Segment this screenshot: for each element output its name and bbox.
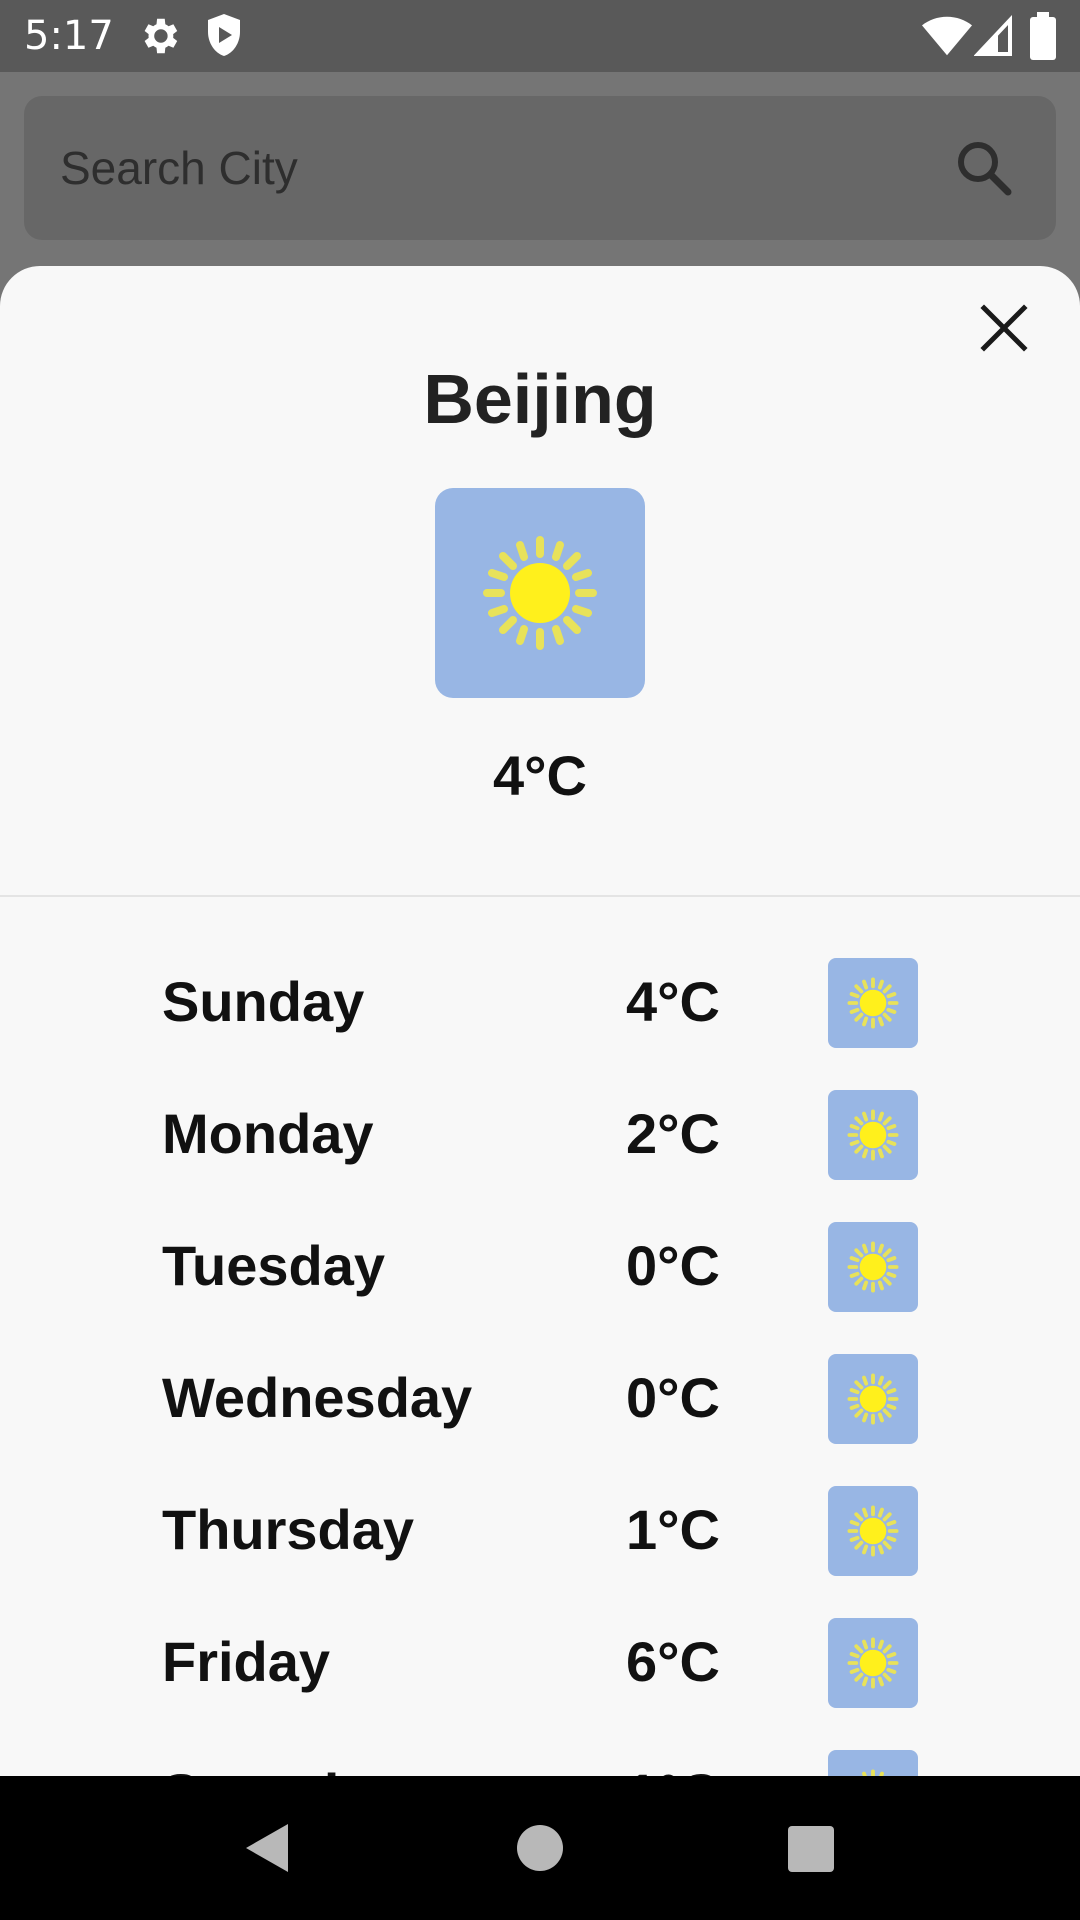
forecast-temp: 4°C [626, 970, 720, 1033]
settings-gear-icon [136, 12, 182, 60]
forecast-day: Sunday [162, 970, 365, 1033]
search-input[interactable] [60, 136, 940, 200]
battery-icon [1030, 12, 1056, 60]
forecast-temp: 0°C [626, 1234, 720, 1297]
forecast-list: Sunday 4°C Monday 2°C Tuesday 0°C Wednes… [0, 940, 1080, 1776]
wifi-icon [922, 12, 972, 60]
sun-icon [828, 1750, 918, 1776]
current-temperature: 4°C [493, 744, 587, 807]
forecast-temp: 6°C [626, 1630, 720, 1693]
city-title: Beijing [423, 360, 657, 438]
forecast-temp: 1°C [626, 1762, 720, 1776]
status-bar: 5:17 [0, 0, 1080, 72]
sun-icon [828, 1486, 918, 1576]
forecast-row: Friday 6°C [0, 1600, 1080, 1732]
forecast-day: Thursday [162, 1498, 415, 1561]
forecast-row: Wednesday 0°C [0, 1336, 1080, 1468]
shield-play-icon [204, 12, 244, 60]
forecast-row: Sunday 4°C [0, 940, 1080, 1072]
sun-icon [828, 958, 918, 1048]
sun-icon [828, 1618, 918, 1708]
forecast-row: Saturday 1°C [0, 1732, 1080, 1776]
forecast-day: Wednesday [162, 1366, 473, 1429]
forecast-day: Monday [162, 1102, 374, 1165]
divider [0, 895, 1080, 897]
forecast-row: Thursday 1°C [0, 1468, 1080, 1600]
back-icon[interactable] [230, 1812, 302, 1884]
forecast-day: Tuesday [162, 1234, 386, 1297]
close-icon[interactable] [976, 300, 1032, 356]
sun-icon [435, 488, 645, 698]
search-icon[interactable] [952, 136, 1016, 200]
navigation-bar [0, 1776, 1080, 1920]
sun-icon [828, 1090, 918, 1180]
search-bar[interactable] [24, 96, 1056, 240]
sun-icon [828, 1222, 918, 1312]
cell-signal-icon [974, 12, 1014, 60]
home-icon[interactable] [504, 1812, 576, 1884]
forecast-temp: 1°C [626, 1498, 720, 1561]
forecast-temp: 0°C [626, 1366, 720, 1429]
status-time: 5:17 [24, 13, 114, 59]
recents-icon[interactable] [774, 1812, 846, 1884]
weather-bottom-sheet: Beijing 4°C Sunday 4°C Monday 2°C Tuesda… [0, 266, 1080, 1776]
forecast-row: Monday 2°C [0, 1072, 1080, 1204]
forecast-temp: 2°C [626, 1102, 720, 1165]
forecast-day: Friday [162, 1630, 331, 1693]
forecast-row: Tuesday 0°C [0, 1204, 1080, 1336]
forecast-day: Saturday [162, 1762, 402, 1776]
sun-icon [828, 1354, 918, 1444]
